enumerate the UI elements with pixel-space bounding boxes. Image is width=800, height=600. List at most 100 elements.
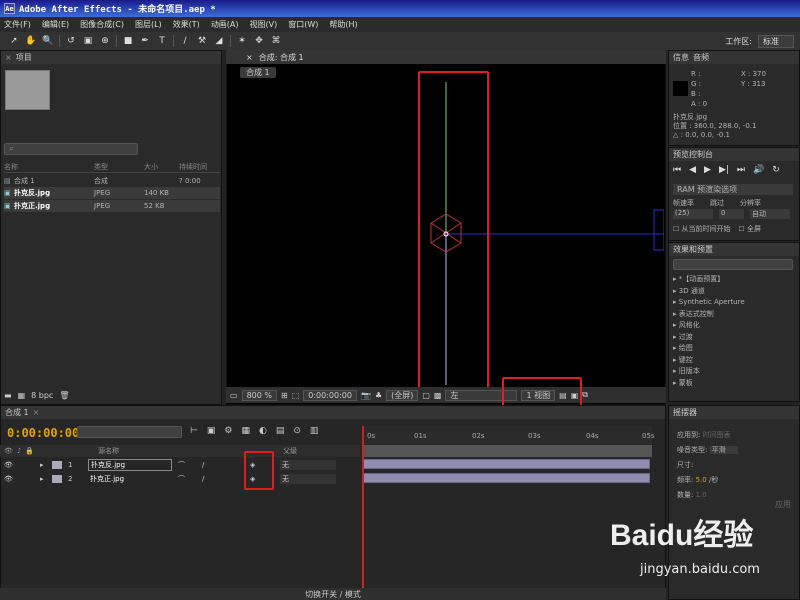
parent-dropdown[interactable]: 无: [280, 473, 336, 484]
menu-animation[interactable]: 动画(A): [211, 19, 239, 30]
work-area-bar[interactable]: [362, 445, 652, 457]
parent-dropdown[interactable]: 无: [280, 459, 336, 470]
column-type[interactable]: 类型: [94, 162, 144, 172]
menu-view[interactable]: 视图(V): [250, 19, 278, 30]
auto-keyframe-icon[interactable]: ▥: [310, 426, 319, 436]
next-frame-icon[interactable]: ▶|: [719, 165, 729, 175]
timeline-layer-row[interactable]: 👁 ▸ 2 扑克正.jpg ⌒ / ◈ 无: [0, 472, 360, 485]
layer-expand-icon[interactable]: ▸: [40, 475, 52, 483]
effects-item[interactable]: ▸ *【动画预置】: [673, 274, 745, 286]
skip-dropdown[interactable]: 0: [719, 209, 744, 219]
source-name-header[interactable]: 源名称: [98, 446, 119, 456]
effects-item[interactable]: ▸ 3D 通道: [673, 286, 745, 298]
play-icon[interactable]: ▶: [704, 165, 711, 175]
current-time-indicator[interactable]: [362, 426, 364, 596]
frame-rate-dropdown[interactable]: (25): [673, 209, 713, 219]
folder-icon[interactable]: ▬: [4, 391, 12, 400]
motion-blur-icon[interactable]: ◐: [259, 426, 267, 436]
timeline-timecode[interactable]: 0:00:00:00: [7, 426, 79, 440]
layer-switch-icon[interactable]: ⌒: [178, 460, 202, 470]
timeline-tab[interactable]: 合成 1 ×: [1, 406, 665, 419]
tab-audio[interactable]: 音频: [693, 52, 709, 63]
project-tab[interactable]: × 项目: [1, 51, 221, 64]
puppet-tool-icon[interactable]: ✶: [236, 35, 248, 47]
snapshot-icon[interactable]: 📷: [361, 391, 371, 400]
resolution-dropdown[interactable]: 自动: [750, 209, 790, 219]
menu-help[interactable]: 帮助(H): [329, 19, 357, 30]
menu-layer[interactable]: 图层(L): [135, 19, 162, 30]
layer-label-color[interactable]: [52, 474, 62, 483]
shy-layers-icon[interactable]: ⚙: [224, 426, 232, 436]
trash-icon[interactable]: 🗑: [59, 391, 69, 400]
pen-tool-icon[interactable]: ✒: [139, 35, 151, 47]
effects-item[interactable]: ▸ 表达式控制: [673, 309, 745, 321]
last-frame-icon[interactable]: ⏭: [737, 165, 745, 175]
safe-zone-icon[interactable]: ⊞: [281, 391, 288, 400]
layer-duration-bar[interactable]: [362, 473, 650, 483]
first-frame-icon[interactable]: ⏮: [673, 165, 681, 175]
timeline-tab-close-icon[interactable]: ×: [33, 408, 40, 417]
effects-item[interactable]: ▸ 过渡: [673, 332, 745, 344]
axis-local-icon[interactable]: ✥: [253, 35, 265, 47]
column-duration[interactable]: 持续时间: [179, 162, 219, 172]
comp-timecode[interactable]: 0:00:00:00: [303, 389, 357, 401]
composition-tab[interactable]: × 合成: 合成 1: [226, 50, 666, 64]
menu-effect[interactable]: 效果(T): [173, 19, 200, 30]
parent-header[interactable]: 父级: [283, 446, 297, 456]
column-size[interactable]: 大小: [144, 162, 179, 172]
project-item-footage[interactable]: ▣ 扑克正.jpg JPEG 52 KB: [4, 200, 220, 212]
menu-file[interactable]: 文件(F): [4, 19, 31, 30]
apply-to-dropdown[interactable]: 时间图表: [703, 431, 731, 439]
layer-switch-icon[interactable]: ⌒: [178, 474, 202, 484]
effects-item[interactable]: ▸ 旧版本: [673, 366, 745, 378]
hand-tool-icon[interactable]: ✋: [25, 35, 37, 47]
draft-3d-icon[interactable]: ▣: [207, 426, 216, 436]
display-icon[interactable]: ▭: [230, 391, 238, 400]
menu-edit[interactable]: 编辑(E): [42, 19, 69, 30]
resolution-dropdown[interactable]: (全屏): [386, 389, 419, 401]
effects-item[interactable]: ▸ 绘图: [673, 343, 745, 355]
mask-view-icon[interactable]: ⬚: [292, 391, 300, 400]
graph-editor-icon[interactable]: ⊙: [293, 426, 301, 436]
from-current-checkbox[interactable]: ☐ 从当前时间开始: [673, 224, 731, 234]
project-item-comp[interactable]: ▤ 合成 1 合成 ? 0:00: [4, 175, 220, 187]
frame-blend-icon[interactable]: ▦: [241, 426, 250, 436]
effects-item[interactable]: ▸ Synthetic Aperture: [673, 297, 745, 309]
toggle-switches-modes[interactable]: 切换开关 / 模式: [305, 589, 361, 600]
frequency-value[interactable]: 5.0: [696, 476, 707, 484]
time-ruler[interactable]: 0s 01s 02s 03s 04s 05s: [362, 426, 655, 444]
zoom-dropdown[interactable]: 800 %: [241, 389, 277, 401]
workspace-dropdown[interactable]: 标准: [758, 35, 794, 48]
layer-name[interactable]: 扑克正.jpg: [88, 474, 172, 484]
menu-window[interactable]: 窗口(W): [288, 19, 318, 30]
menu-composition[interactable]: 图像合成(C): [80, 19, 124, 30]
layer-expand-icon[interactable]: ▸: [40, 461, 52, 469]
layer-label-color[interactable]: [52, 460, 62, 469]
transparency-grid-icon[interactable]: ▩: [434, 391, 442, 400]
project-search-input[interactable]: ⌕: [4, 143, 138, 155]
wiggler-tab[interactable]: 摇摆器: [669, 406, 799, 419]
comp-mini-flowchart-icon[interactable]: ⊢: [190, 426, 198, 436]
timeline-link-icon[interactable]: ⧉: [582, 390, 588, 400]
effects-tab[interactable]: 效果和预置: [669, 243, 799, 256]
ram-preview-dropdown[interactable]: RAM 预渲染选项: [673, 184, 793, 195]
brush-tool-icon[interactable]: /: [179, 35, 191, 47]
comp-tab-close-icon[interactable]: ×: [246, 53, 253, 62]
mask-tool-icon[interactable]: ■: [122, 35, 134, 47]
eraser-tool-icon[interactable]: ◢: [213, 35, 225, 47]
axis-world-icon[interactable]: ⌘: [270, 35, 282, 47]
project-tab-close-icon[interactable]: ×: [5, 53, 12, 62]
timeline-layer-row[interactable]: 👁 ▸ 1 扑克反.jpg ⌒ / ◈ 无: [0, 458, 360, 471]
preview-tab[interactable]: 预览控制台: [669, 148, 799, 161]
layer-duration-bar[interactable]: [362, 459, 650, 469]
new-comp-icon[interactable]: ▦: [18, 391, 26, 400]
clone-tool-icon[interactable]: ⚒: [196, 35, 208, 47]
selection-tool-icon[interactable]: ➚: [8, 35, 20, 47]
layer-quality-icon[interactable]: /: [202, 461, 226, 469]
effects-item[interactable]: ▸ 风格化: [673, 320, 745, 332]
prev-frame-icon[interactable]: ◀: [689, 165, 696, 175]
effects-item[interactable]: ▸ 蒙板: [673, 378, 745, 390]
column-name[interactable]: 名称: [4, 162, 94, 172]
noise-type-dropdown[interactable]: 平滑: [709, 446, 738, 454]
pan-behind-tool-icon[interactable]: ⊕: [99, 35, 111, 47]
